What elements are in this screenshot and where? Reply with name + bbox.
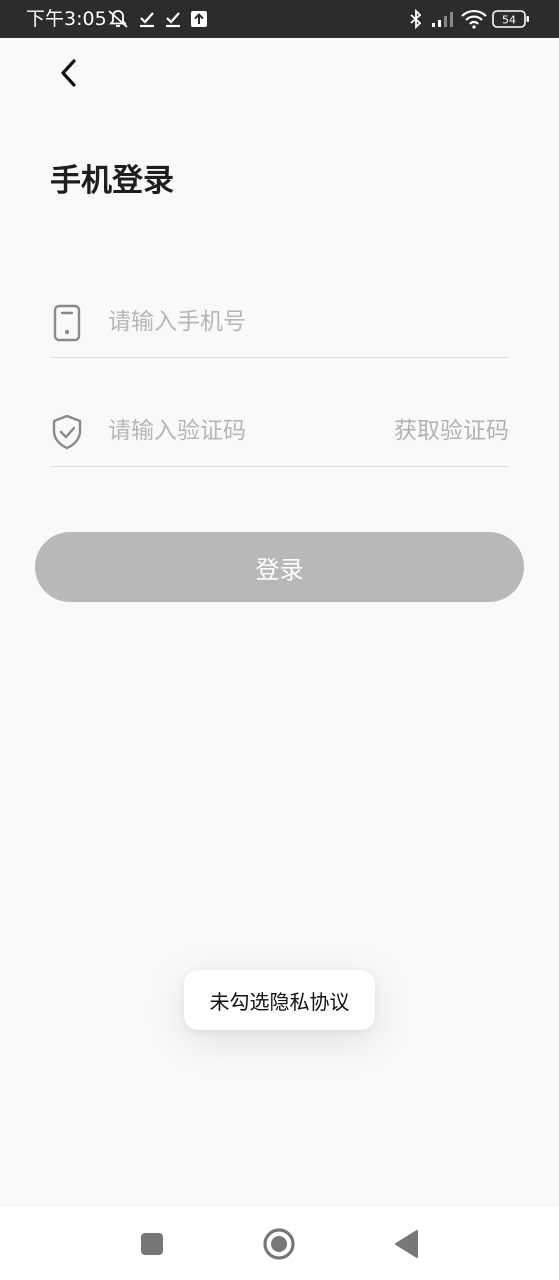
login-screen: 下午3:05 54 手机登录 请输入手机号 请输入验证码 获取验证码 登录 未勾… (0, 0, 559, 1280)
status-time: 下午3:05 (26, 8, 107, 30)
bluetooth-icon (410, 9, 422, 29)
system-nav-bar (0, 1207, 559, 1280)
phone-icon (53, 304, 81, 342)
check-icon (166, 12, 180, 28)
chevron-left-icon (61, 59, 76, 87)
back-triangle-icon[interactable] (389, 1227, 423, 1261)
privacy-toast: 未勾选隐私协议 (184, 970, 375, 1030)
recent-apps-icon[interactable] (135, 1227, 169, 1261)
signal-icon (432, 12, 453, 27)
login-button[interactable]: 登录 (35, 532, 524, 602)
code-field-row: 获取验证码 (50, 395, 509, 467)
phone-input[interactable] (108, 300, 368, 344)
back-button[interactable] (50, 54, 88, 92)
home-icon[interactable] (262, 1227, 296, 1261)
shield-check-icon (52, 414, 82, 450)
upload-icon (191, 11, 207, 27)
phone-field-row (50, 286, 509, 358)
wifi-icon (461, 9, 487, 29)
page-title: 手机登录 (50, 163, 174, 199)
toast-message: 未勾选隐私协议 (209, 989, 350, 1014)
battery-icon: 54 (492, 10, 529, 28)
verification-code-input[interactable] (108, 409, 368, 453)
get-code-button[interactable]: 获取验证码 (394, 414, 509, 448)
battery-level: 54 (502, 14, 516, 27)
status-bar: 下午3:05 54 (0, 0, 559, 38)
mute-bell-icon (108, 10, 128, 28)
check-icon (140, 12, 154, 28)
